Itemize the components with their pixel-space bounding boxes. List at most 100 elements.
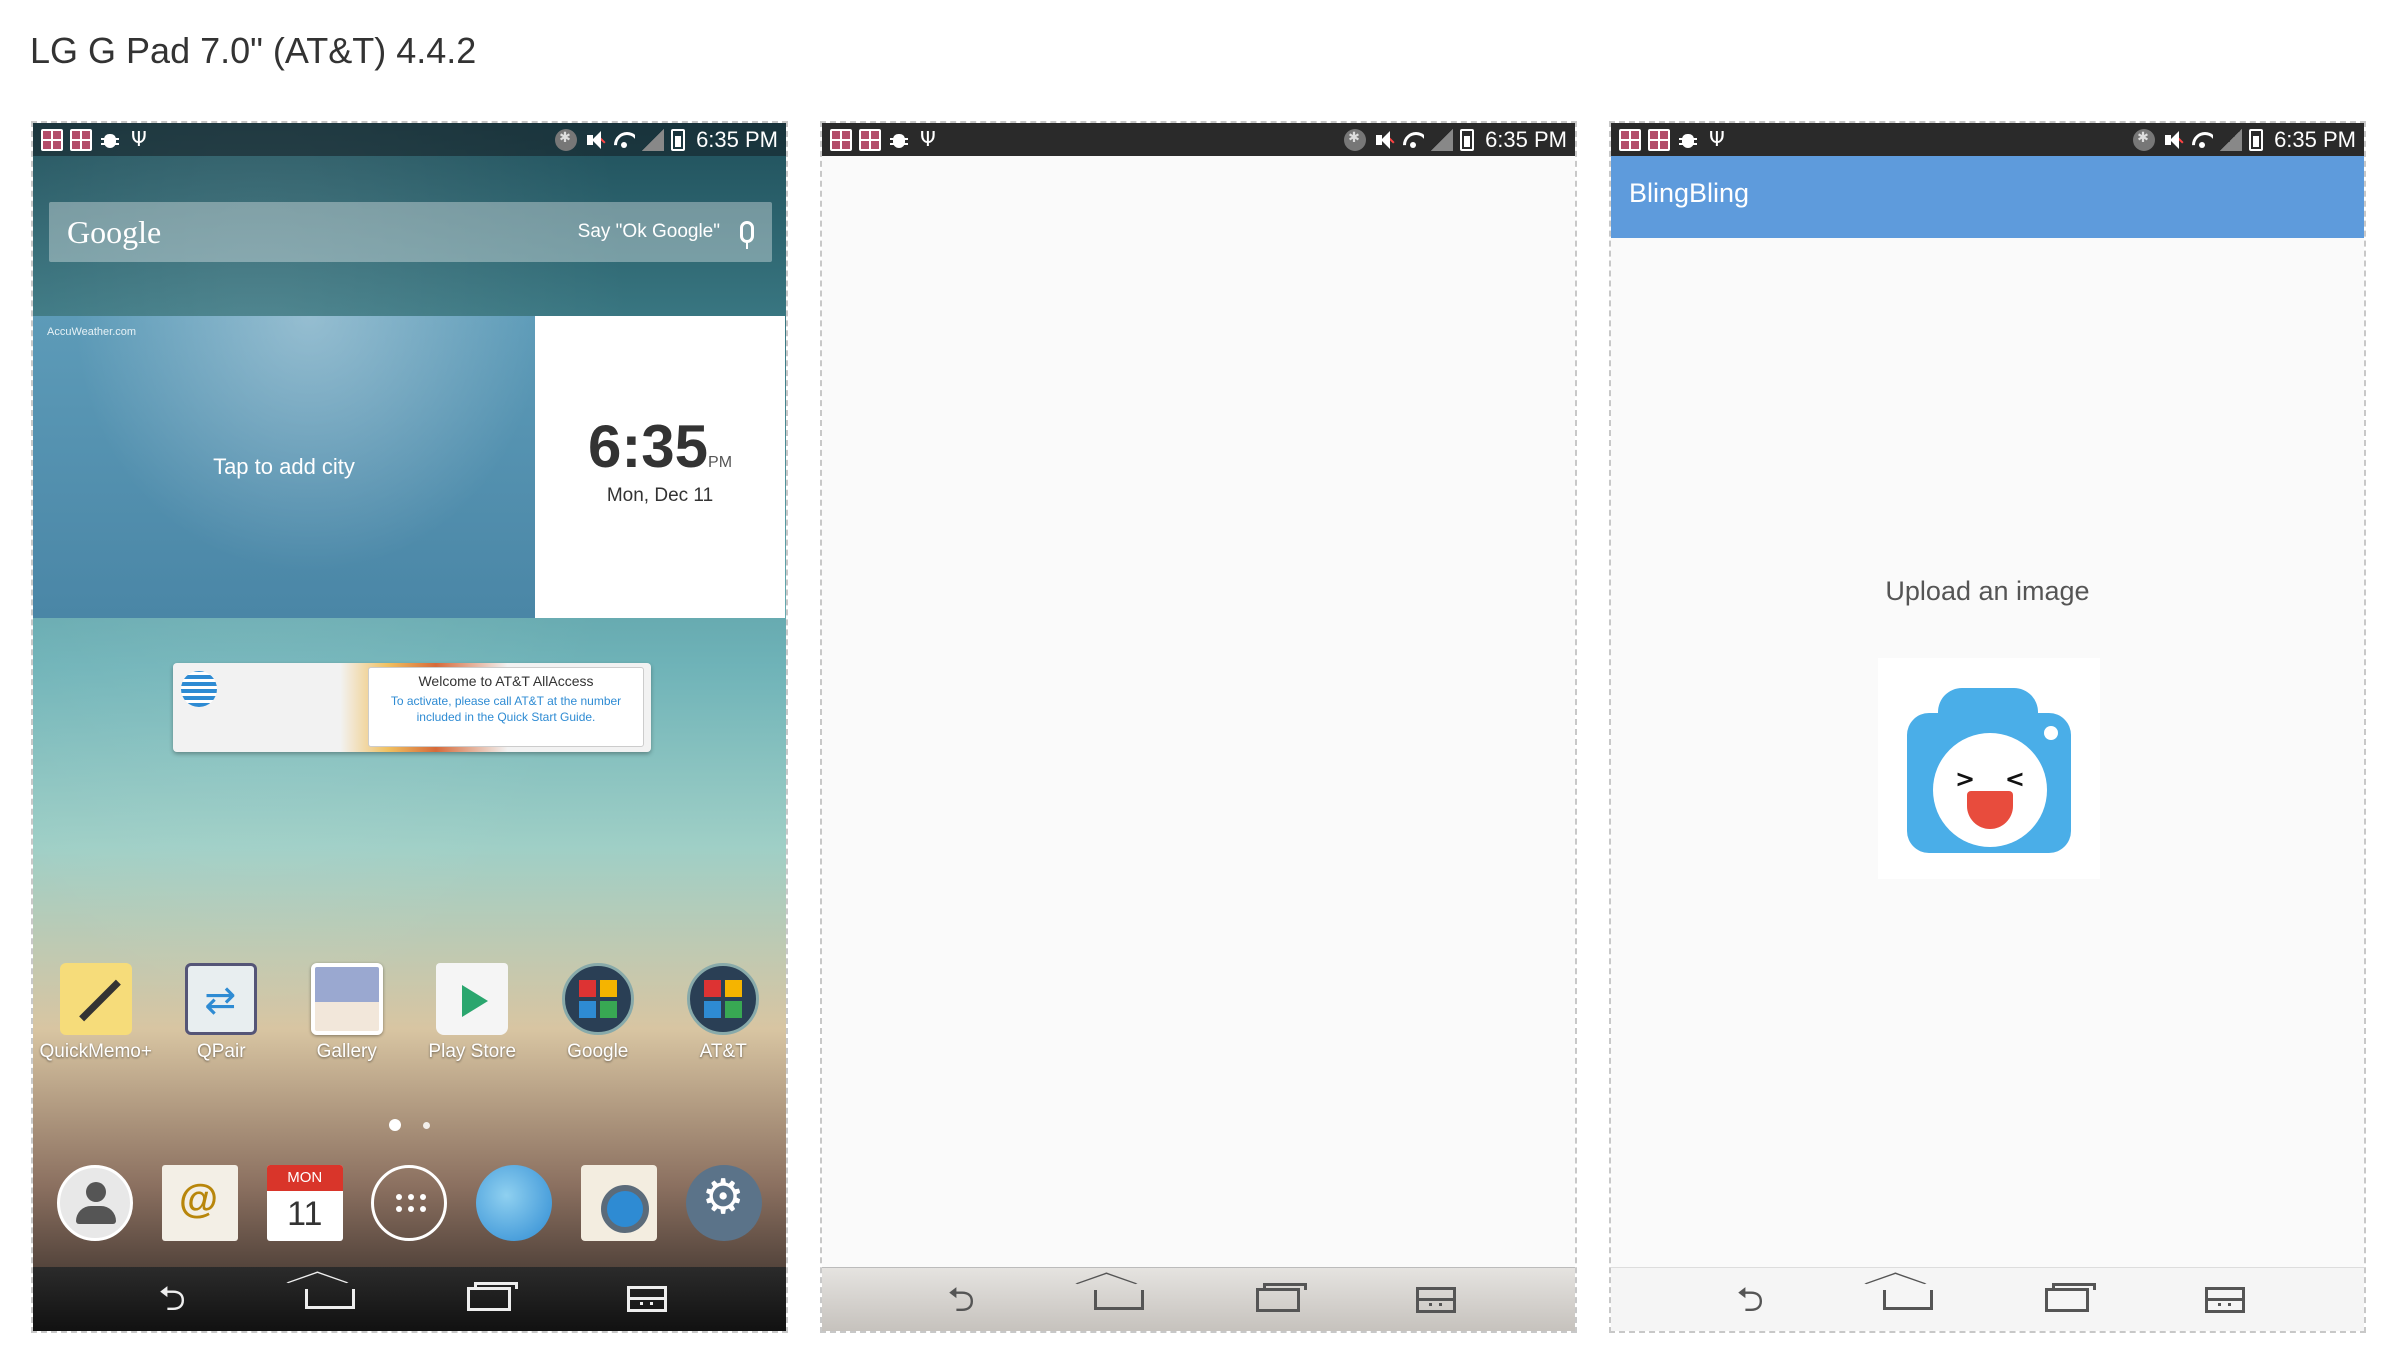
usb-icon <box>128 127 150 151</box>
home-button[interactable] <box>1075 1272 1149 1320</box>
app-gallery[interactable]: Gallery <box>284 963 410 1063</box>
status-time: 6:35 PM <box>2274 126 2356 152</box>
bluetooth-icon <box>555 128 578 151</box>
app-label: Google <box>567 1041 629 1062</box>
recent-apps-button[interactable] <box>1248 1280 1308 1320</box>
app-label: QuickMemo+ <box>39 1041 152 1062</box>
microphone-icon[interactable] <box>740 221 754 249</box>
back-button[interactable]: ⮌ <box>142 1279 202 1319</box>
device-app-screen: 6:35 PM BlingBling Upload an image > < ⮌ <box>1609 121 2366 1333</box>
signal-icon <box>1431 128 1454 151</box>
google-folder-icon <box>561 963 634 1035</box>
back-button[interactable]: ⮌ <box>1720 1280 1780 1320</box>
navigation-bar: ⮌ <box>1611 1267 2364 1331</box>
back-icon: ⮌ <box>1736 1279 1764 1320</box>
notification-app-icon <box>41 128 63 151</box>
menu-icon <box>2204 1286 2245 1313</box>
app-quickmemo[interactable]: QuickMemo+ <box>33 963 159 1063</box>
back-icon: ⮌ <box>158 1279 186 1319</box>
recent-apps-icon <box>466 1282 518 1311</box>
upload-image-button[interactable]: > < <box>1878 658 2100 879</box>
bluetooth-icon <box>1344 128 1367 151</box>
back-button[interactable]: ⮌ <box>931 1280 991 1320</box>
menu-button[interactable] <box>617 1279 677 1319</box>
page-dot <box>423 1122 430 1129</box>
status-bar: 6:35 PM <box>1611 123 2364 156</box>
app-label: Gallery <box>316 1041 377 1062</box>
google-logo: Google <box>67 213 162 250</box>
quickmemo-icon <box>59 963 132 1035</box>
gallery-icon <box>310 963 383 1035</box>
app-content: BlingBling Upload an image > < <box>1611 156 2364 1267</box>
menu-button[interactable] <box>1406 1280 1466 1320</box>
att-globe-icon <box>181 671 217 707</box>
recent-apps-icon <box>2044 1282 2096 1312</box>
menu-icon <box>626 1286 667 1312</box>
blank-content <box>822 156 1575 1267</box>
qpair-icon <box>185 963 258 1035</box>
recent-apps-button[interactable] <box>2037 1280 2097 1320</box>
status-bar: 6:35 PM <box>33 123 786 156</box>
usb-icon <box>1706 127 1728 151</box>
battery-icon <box>671 128 686 151</box>
clock-ampm: PM <box>708 454 733 471</box>
debug-icon <box>888 129 910 151</box>
app-google-folder[interactable]: Google <box>535 963 661 1063</box>
google-search-bar[interactable]: Google Say "Ok Google" <box>49 202 772 262</box>
app-att-folder[interactable]: AT&T <box>661 963 787 1063</box>
clock-widget[interactable]: 6:35PM Mon, Dec 11 <box>535 316 785 618</box>
weather-brand: AccuWeather.com <box>47 326 137 338</box>
home-app-row: QuickMemo+ QPair Gallery Play Store Goog… <box>33 963 786 1063</box>
navigation-bar: ⮌ <box>822 1267 1575 1331</box>
battery-icon <box>1460 128 1475 151</box>
wifi-icon <box>613 129 635 151</box>
dock: MON 11 <box>33 1165 786 1241</box>
upload-label: Upload an image <box>1885 576 2090 606</box>
add-city-prompt[interactable]: Tap to add city <box>33 454 535 480</box>
browser-icon[interactable] <box>476 1165 553 1241</box>
home-button[interactable] <box>286 1271 360 1319</box>
weather-widget[interactable]: AccuWeather.com Tap to add city <box>33 316 535 618</box>
camera-icon[interactable] <box>580 1165 657 1241</box>
app-qpair[interactable]: QPair <box>159 963 285 1063</box>
play-store-icon <box>436 963 509 1035</box>
status-bar: 6:35 PM <box>822 123 1575 156</box>
menu-icon <box>1415 1286 1456 1313</box>
app-label: Play Store <box>428 1041 517 1062</box>
signal-icon <box>642 128 665 151</box>
app-title-bar: BlingBling <box>1611 156 2364 238</box>
wifi-icon <box>1402 129 1424 151</box>
bluetooth-icon <box>2133 128 2156 151</box>
att-folder-icon <box>687 963 760 1035</box>
calendar-icon[interactable]: MON 11 <box>266 1165 343 1241</box>
usb-icon <box>917 127 939 151</box>
calendar-day: 11 <box>287 1195 323 1233</box>
att-welcome-text: To activate, please call AT&T at the num… <box>390 694 622 724</box>
notification-app-icon <box>859 128 881 151</box>
battery-icon <box>2249 128 2264 151</box>
email-icon[interactable] <box>162 1165 239 1241</box>
att-allaccess-widget[interactable]: Welcome to AT&T AllAccess To activate, p… <box>173 663 651 752</box>
page-title: LG G Pad 7.0" (AT&T) 4.4.2 <box>30 30 477 71</box>
contacts-icon[interactable] <box>57 1165 134 1241</box>
mascot-face: > < <box>1933 733 2047 847</box>
menu-button[interactable] <box>2195 1280 2255 1320</box>
att-welcome-title: Welcome to AT&T AllAccess <box>418 673 594 689</box>
wifi-icon <box>2191 129 2213 151</box>
mute-icon <box>1373 129 1395 151</box>
app-play-store[interactable]: Play Store <box>410 963 536 1063</box>
recent-apps-button[interactable] <box>459 1279 519 1319</box>
notification-app-icon <box>70 128 92 151</box>
app-label: AT&T <box>699 1041 747 1062</box>
voice-search-hint: Say "Ok Google" <box>577 221 720 242</box>
home-icon <box>1075 1272 1145 1310</box>
home-button[interactable] <box>1864 1272 1938 1320</box>
navigation-bar: ⮌ <box>33 1267 786 1331</box>
settings-icon[interactable] <box>685 1165 762 1241</box>
notification-app-icon <box>830 128 852 151</box>
recent-apps-icon <box>1255 1282 1307 1312</box>
mute-icon <box>584 129 606 151</box>
att-welcome-card[interactable]: Welcome to AT&T AllAccess To activate, p… <box>368 667 644 747</box>
home-icon <box>1864 1272 1934 1310</box>
apps-drawer-icon[interactable] <box>371 1165 448 1241</box>
